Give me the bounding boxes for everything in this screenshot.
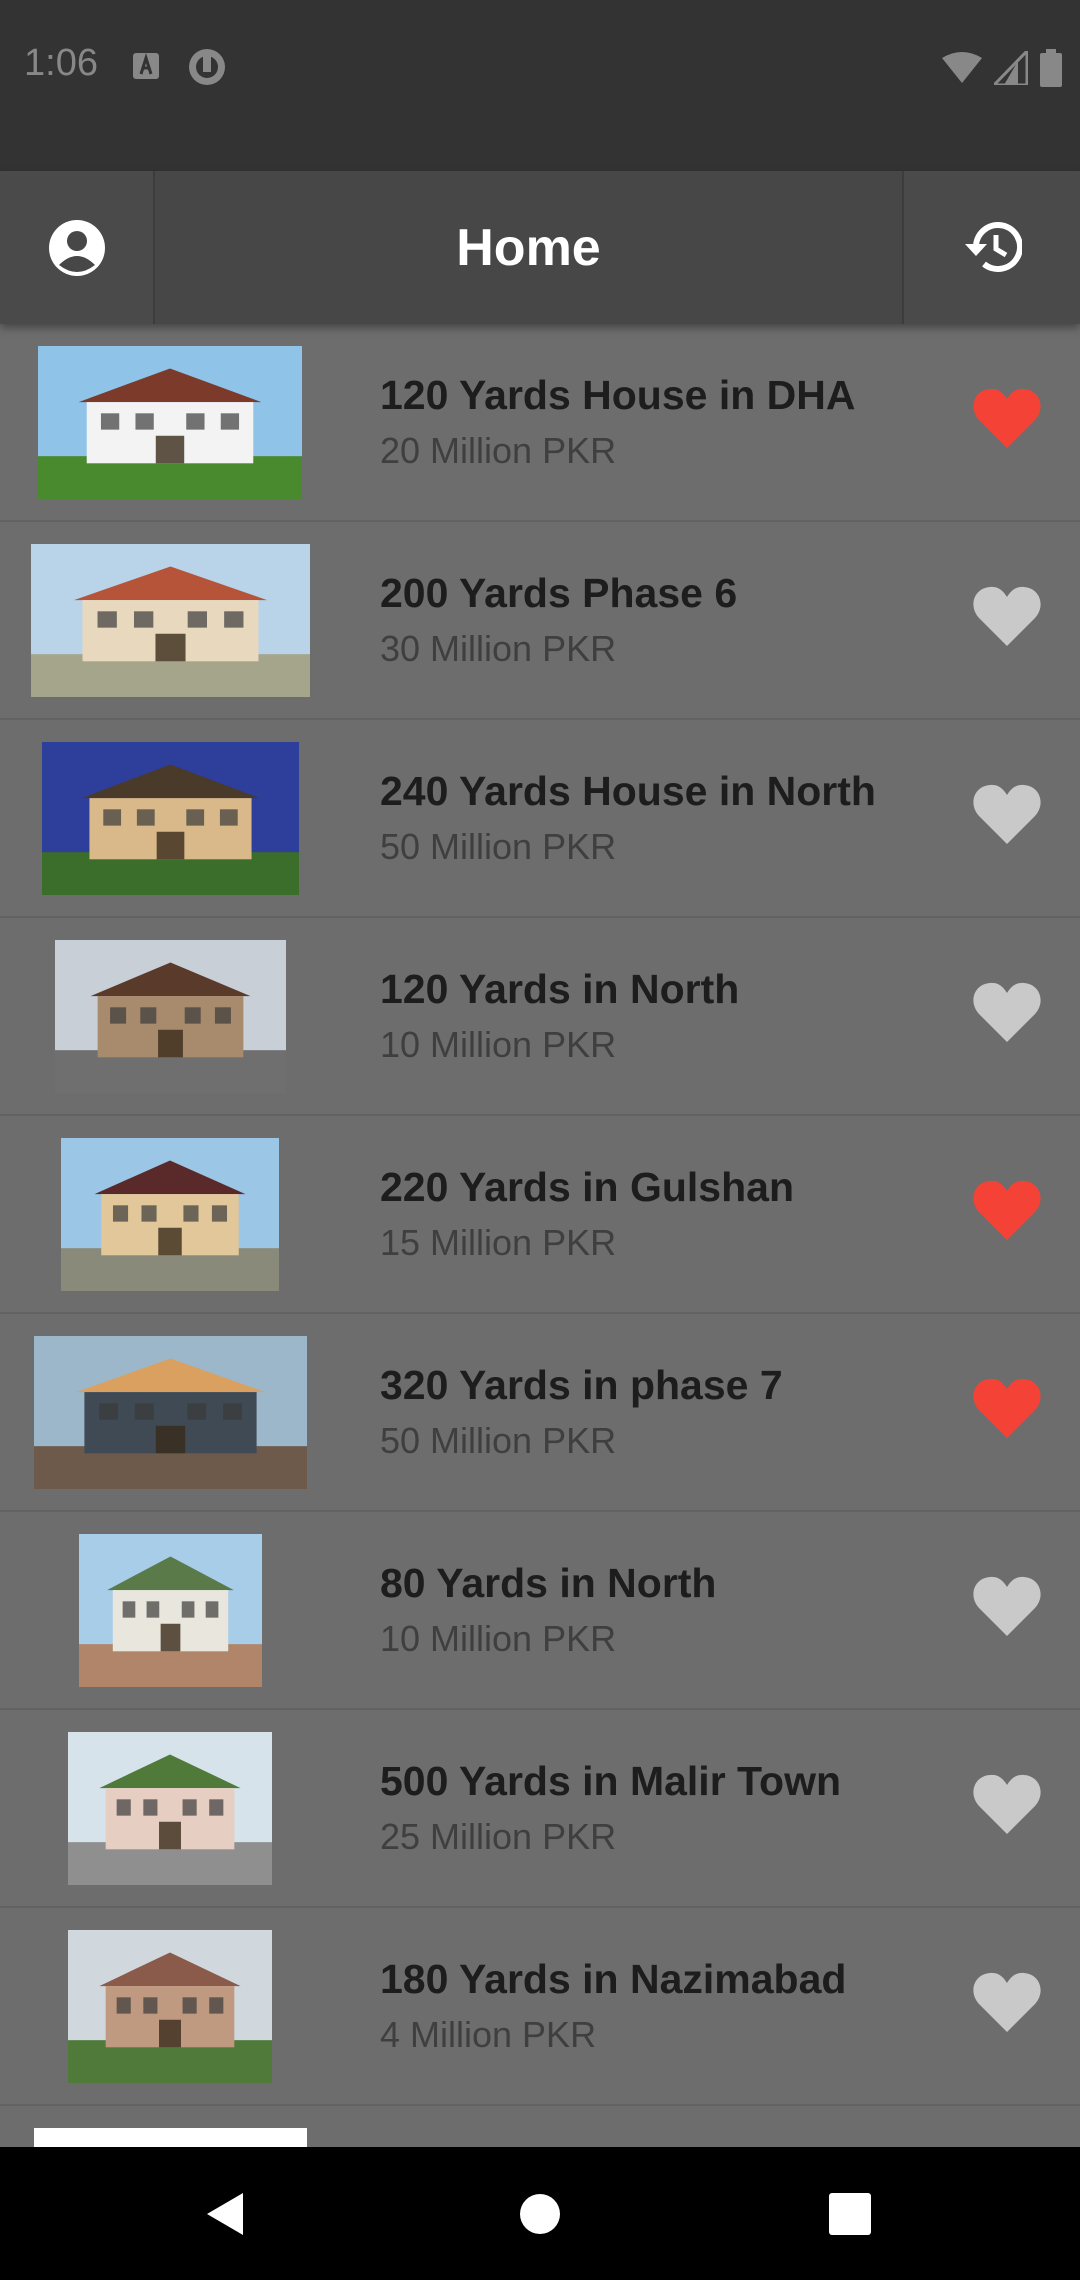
back-button[interactable] [165, 2147, 285, 2280]
heart-filled-icon [973, 1180, 1041, 1240]
heart-outline-icon [973, 1576, 1041, 1636]
account-circle-icon [48, 219, 105, 276]
home-icon [520, 2193, 560, 2234]
listing-thumbnail-wrap [0, 324, 340, 520]
listing-thumbnail-wrap [0, 1314, 340, 1510]
listing-row-partial[interactable] [0, 2106, 1080, 2147]
listing-photo-graphic [30, 543, 310, 697]
navigation-bar [0, 2147, 1080, 2280]
favorite-toggle-button[interactable] [972, 1970, 1042, 2034]
listing-price: 50 Million PKR [380, 826, 617, 867]
listing-photo-graphic [38, 345, 302, 499]
listing-row[interactable]: 220 Yards in Gulshan 15 Million PKR [0, 1116, 1080, 1314]
history-icon [965, 221, 1022, 272]
page-title: Home [456, 218, 601, 277]
listing-row[interactable]: 80 Yards in North 10 Million PKR [0, 1512, 1080, 1710]
heart-outline-icon [973, 982, 1041, 1042]
listing-thumbnail[interactable] [78, 1533, 262, 1687]
listing-price: 15 Million PKR [380, 1222, 617, 1263]
listing-photo-graphic [61, 1137, 279, 1291]
listing-photo-graphic [68, 1929, 272, 2083]
listing-title: 180 Yards in Nazimabad [380, 1956, 847, 2002]
listing-photo-graphic [78, 1533, 262, 1687]
listing-thumbnail[interactable] [38, 345, 302, 499]
recents-button[interactable] [790, 2147, 910, 2280]
listing-title: 240 Yards House in North [380, 768, 876, 814]
recents-icon [829, 2192, 871, 2235]
listing-thumbnail[interactable] [54, 939, 286, 1093]
listing-list[interactable]: 120 Yards House in DHA 20 Million PKR 200… [0, 324, 1080, 2147]
listing-row[interactable]: 320 Yards in phase 7 50 Million PKR [0, 1314, 1080, 1512]
favorite-toggle-button[interactable] [972, 1376, 1042, 1440]
favorite-toggle-button[interactable] [972, 1772, 1042, 1836]
favorite-toggle-button[interactable] [972, 1574, 1042, 1638]
listing-thumbnail[interactable] [41, 741, 299, 895]
listing-photo-graphic [68, 1731, 272, 1885]
heart-outline-icon [973, 784, 1041, 844]
listing-title: 200 Yards Phase 6 [380, 570, 738, 616]
listing-title: 500 Yards in Malir Town [380, 1758, 842, 1804]
listing-thumbnail-wrap [0, 522, 340, 718]
listing-thumbnail-wrap [0, 1512, 340, 1708]
listing-row[interactable]: 120 Yards in North 10 Million PKR [0, 918, 1080, 1116]
listing-photo-graphic [33, 1335, 307, 1489]
favorite-toggle-button[interactable] [972, 386, 1042, 450]
listing-title: 120 Yards in North [380, 966, 740, 1012]
listing-price: 10 Million PKR [380, 1024, 617, 1065]
listing-row[interactable]: 500 Yards in Malir Town 25 Million PKR [0, 1710, 1080, 1908]
listing-price: 10 Million PKR [380, 1618, 617, 1659]
listing-price: 20 Million PKR [380, 430, 617, 471]
status-bar: 1:06 [0, 0, 1080, 171]
status-time: 1:06 [24, 42, 98, 84]
listing-thumbnail[interactable] [61, 1137, 279, 1291]
listing-row[interactable]: 120 Yards House in DHA 20 Million PKR [0, 324, 1080, 522]
status-right-icons [942, 48, 1062, 88]
listing-photo-graphic [41, 741, 299, 895]
favorite-toggle-button[interactable] [972, 782, 1042, 846]
listing-thumbnail[interactable] [68, 1929, 272, 2083]
listing-row[interactable]: 180 Yards in Nazimabad 4 Million PKR [0, 1908, 1080, 2106]
heart-outline-icon [973, 1972, 1041, 2032]
listing-thumbnail-wrap [0, 1710, 340, 1906]
heart-filled-icon [973, 1378, 1041, 1438]
listing-thumbnail[interactable] [30, 543, 310, 697]
listing-price: 4 Million PKR [380, 2014, 597, 2055]
listing-title: 220 Yards in Gulshan [380, 1164, 794, 1210]
listing-row[interactable]: 200 Yards Phase 6 30 Million PKR [0, 522, 1080, 720]
listing-thumbnail[interactable] [68, 1731, 272, 1885]
listing-price: 30 Million PKR [380, 628, 617, 669]
app-bar: Home [0, 171, 1080, 324]
heart-filled-icon [973, 388, 1041, 448]
listing-thumbnail[interactable] [33, 1335, 307, 1489]
back-icon [207, 2192, 243, 2235]
a-box-icon [133, 52, 159, 79]
home-button[interactable] [480, 2147, 600, 2280]
listing-thumbnail[interactable] [34, 2128, 307, 2147]
listing-row[interactable]: 240 Yards House in North 50 Million PKR [0, 720, 1080, 918]
heart-outline-icon [973, 1774, 1041, 1834]
listing-price: 25 Million PKR [380, 1816, 617, 1857]
favorite-toggle-button[interactable] [972, 980, 1042, 1044]
heart-outline-icon [973, 586, 1041, 646]
shield-circle-icon [189, 49, 225, 85]
signal-icon [994, 51, 1028, 85]
profile-button[interactable] [0, 171, 155, 324]
listing-title: 120 Yards House in DHA [380, 372, 856, 418]
listing-title: 320 Yards in phase 7 [380, 1362, 783, 1408]
favorite-toggle-button[interactable] [972, 584, 1042, 648]
battery-icon [1040, 49, 1062, 87]
wifi-icon [942, 52, 982, 83]
listing-thumbnail-wrap [0, 720, 340, 916]
listing-thumbnail-wrap [0, 1116, 340, 1312]
favorite-toggle-button[interactable] [972, 1178, 1042, 1242]
listing-price: 50 Million PKR [380, 1420, 617, 1461]
listing-photo-graphic [54, 939, 286, 1093]
history-button[interactable] [902, 171, 1080, 324]
listing-title: 80 Yards in North [380, 1560, 717, 1606]
listing-thumbnail-wrap [0, 918, 340, 1114]
listing-thumbnail-wrap [0, 1908, 340, 2104]
